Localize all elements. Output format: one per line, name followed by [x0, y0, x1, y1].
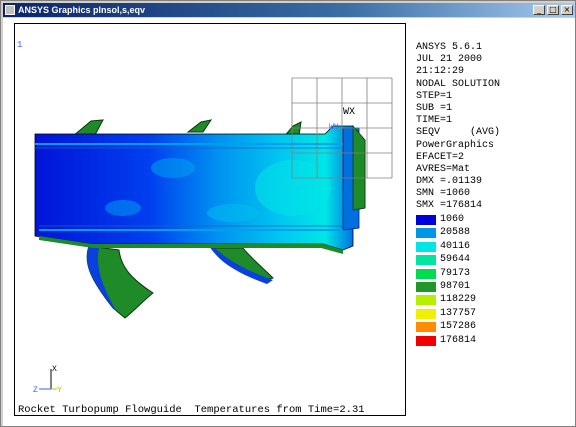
solution-info-panel: ANSYS 5.6.1 JUL 21 2000 21:12:29 NODAL S…	[416, 42, 500, 213]
legend-value: 118229	[440, 294, 477, 306]
info-line: SEQV (AVG)	[416, 127, 501, 139]
legend-value: 137757	[440, 307, 477, 319]
legend-value: 157286	[440, 321, 477, 333]
info-line: SMX =176814	[416, 200, 483, 212]
graphics-area: 1 WX WY ANSYS 5.6.1 JUL 21 2000 21:12:29…	[3, 18, 575, 426]
info-line: DMX =.01139	[416, 176, 483, 188]
legend-value: 98701	[440, 280, 471, 292]
legend-swatch	[416, 255, 436, 266]
triad-y-label: Y	[57, 386, 62, 395]
window-title: ANSYS Graphics plnsol,s,eqv	[18, 5, 146, 15]
info-line: TIME=1	[416, 115, 453, 127]
info-line: NODAL SOLUTION	[416, 78, 501, 90]
legend-value: 1060	[440, 214, 465, 225]
info-line: PowerGraphics	[416, 139, 495, 151]
info-line: SUB =1	[416, 102, 453, 114]
maximize-button[interactable]: □	[547, 5, 559, 15]
legend-swatch	[416, 295, 436, 306]
app-icon	[5, 5, 15, 15]
info-line: AVRES=Mat	[416, 163, 471, 175]
legend-swatch	[416, 335, 436, 346]
legend-value: 79173	[440, 267, 471, 279]
info-line: STEP=1	[416, 90, 453, 102]
info-line: ANSYS 5.6.1	[416, 42, 483, 53]
minimize-button[interactable]: _	[533, 5, 545, 15]
close-button[interactable]: ×	[561, 5, 573, 15]
info-line: EFACET=2	[416, 151, 465, 163]
info-line: JUL 21 2000	[416, 54, 483, 66]
legend-swatch	[416, 268, 436, 279]
legend-value: 176814	[440, 334, 477, 346]
workplane-label: WX	[343, 107, 355, 118]
legend-swatch	[416, 215, 436, 225]
legend-swatch	[416, 322, 436, 333]
title-bar[interactable]: ANSYS Graphics plnsol,s,eqv _ □ ×	[3, 3, 575, 17]
legend-swatch	[416, 228, 436, 239]
triad-z-label: Z	[33, 386, 38, 395]
plot-caption: Rocket Turbopump Flowguide Temperatures …	[18, 404, 365, 416]
triad-x-label: X	[52, 365, 57, 374]
legend-value: 20588	[440, 227, 471, 239]
info-line: 21:12:29	[416, 66, 465, 78]
legend-swatch	[416, 241, 436, 252]
upper-vane-2	[186, 119, 213, 133]
ansys-graphics-window: ANSYS Graphics plnsol,s,eqv _ □ × 1 WX W…	[0, 0, 576, 427]
legend-value: 40116	[440, 240, 471, 252]
axis-triad: X Z Y	[33, 365, 62, 395]
legend-swatch	[416, 281, 436, 292]
legend-value: 59644	[440, 254, 471, 266]
info-line: SMN =1060	[416, 188, 471, 200]
legend-swatch	[416, 308, 436, 319]
workplane-label-y: WY	[329, 123, 339, 132]
